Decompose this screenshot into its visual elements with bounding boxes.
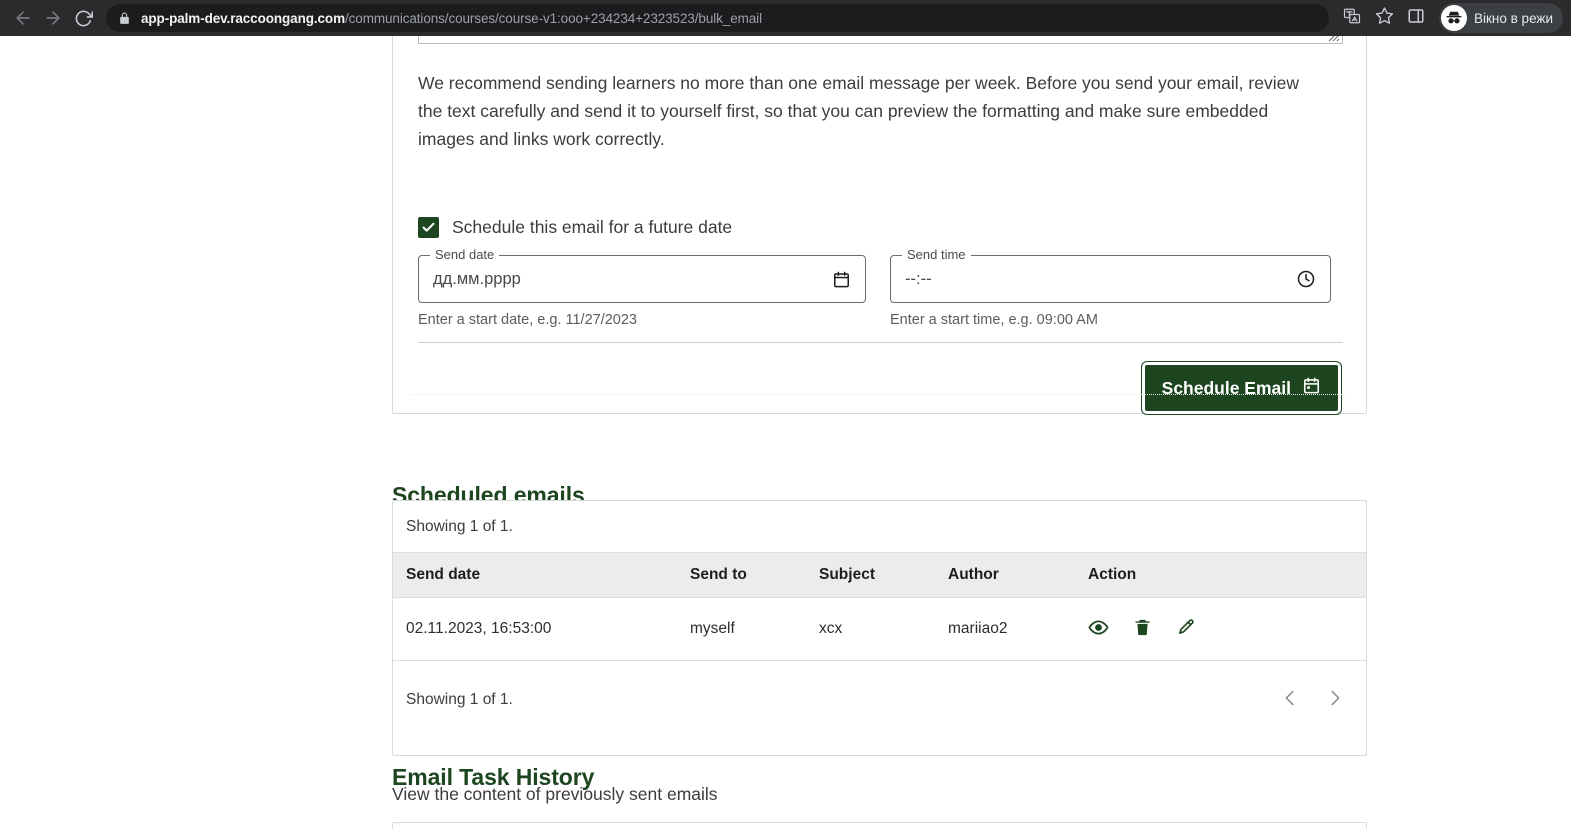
form-dotted-footer xyxy=(411,394,1348,395)
cell-send-date: 02.11.2023, 16:53:00 xyxy=(393,597,690,661)
send-date-help: Enter a start date, e.g. 11/27/2023 xyxy=(418,312,637,328)
bookmark-button[interactable] xyxy=(1369,3,1399,33)
send-date-value: дд.мм.рррр xyxy=(433,269,521,288)
showing-count-bottom: Showing 1 of 1. xyxy=(406,690,513,708)
translate-button[interactable] xyxy=(1337,3,1367,33)
page-content: We recommend sending learners no more th… xyxy=(0,36,1571,829)
email-task-history-subtitle: View the content of previously sent emai… xyxy=(392,784,718,804)
calendar-icon[interactable] xyxy=(832,270,851,289)
column-header-author[interactable]: Author xyxy=(948,552,1088,598)
email-task-history-card xyxy=(392,822,1367,829)
reload-icon xyxy=(74,9,93,28)
column-header-action: Action xyxy=(1088,552,1366,598)
table-body: 02.11.2023, 16:53:00 myself xcx mariiao2 xyxy=(393,597,1366,661)
chevron-right-icon xyxy=(1324,687,1346,712)
incognito-avatar-icon xyxy=(1441,5,1468,31)
schedule-checkbox-row[interactable]: Schedule this email for a future date xyxy=(418,217,732,238)
delete-email-button[interactable] xyxy=(1133,618,1152,640)
check-icon xyxy=(422,222,435,232)
showing-count-top: Showing 1 of 1. xyxy=(406,518,513,535)
clock-icon[interactable] xyxy=(1296,269,1316,289)
edit-email-button[interactable] xyxy=(1176,618,1196,641)
scheduled-emails-card: Showing 1 of 1. Send date Send to Subjec… xyxy=(392,500,1367,756)
edit-icon xyxy=(1176,618,1196,641)
send-date-legend: Send date xyxy=(430,247,500,263)
back-arrow-icon xyxy=(13,8,33,28)
reload-button[interactable] xyxy=(68,3,98,33)
resize-handle-icon[interactable] xyxy=(1327,36,1340,42)
address-bar[interactable]: app-palm-dev.raccoongang.com/communicati… xyxy=(106,4,1330,32)
send-date-input[interactable]: Send date дд.мм.рррр xyxy=(418,247,866,303)
pagination-next-button[interactable] xyxy=(1324,687,1346,712)
cell-author: mariiao2 xyxy=(948,597,1088,661)
side-panel-button[interactable] xyxy=(1401,3,1431,33)
table-header-row: Send date Send to Subject Author Action xyxy=(393,552,1366,598)
pagination-previous-button[interactable] xyxy=(1279,687,1301,712)
scheduled-emails-table: Send date Send to Subject Author Action … xyxy=(393,552,1366,661)
incognito-profile-label: Вікно в режи xyxy=(1474,10,1553,26)
url-path: /communications/courses/course-v1:ooo+23… xyxy=(345,10,762,26)
send-time-input[interactable]: Send time --:-- xyxy=(890,247,1331,303)
schedule-button-wrap: Schedule Email xyxy=(1140,361,1343,415)
table-pagination-row: Showing 1 of 1. xyxy=(393,661,1366,712)
column-header-subject[interactable]: Subject xyxy=(819,552,948,598)
send-date-group: Send date дд.мм.рррр Enter a start date,… xyxy=(418,247,866,328)
chevron-left-icon xyxy=(1279,687,1301,712)
table-row: 02.11.2023, 16:53:00 myself xcx mariiao2 xyxy=(393,597,1366,661)
column-header-send-to[interactable]: Send to xyxy=(690,552,819,598)
pagination-controls xyxy=(1279,687,1346,712)
row-action-icons xyxy=(1088,617,1366,641)
schedule-fields-row: Send date дд.мм.рррр Enter a start date,… xyxy=(418,247,1343,328)
star-icon xyxy=(1375,6,1394,30)
forward-button[interactable] xyxy=(38,3,68,33)
url-domain: app-palm-dev.raccoongang.com xyxy=(141,10,345,26)
view-email-button[interactable] xyxy=(1088,617,1109,641)
forward-arrow-icon xyxy=(43,8,63,28)
schedule-email-button[interactable]: Schedule Email xyxy=(1140,361,1343,415)
schedule-checkbox[interactable] xyxy=(418,217,439,238)
cell-subject: xcx xyxy=(819,597,948,661)
send-time-help: Enter a start time, e.g. 09:00 AM xyxy=(890,312,1098,328)
translate-icon xyxy=(1343,7,1361,30)
back-button[interactable] xyxy=(8,3,38,33)
browser-toolbar: app-palm-dev.raccoongang.com/communicati… xyxy=(0,0,1571,36)
table-head: Send date Send to Subject Author Action xyxy=(393,552,1366,598)
bulk-email-form-card: We recommend sending learners no more th… xyxy=(392,36,1367,415)
schedule-checkbox-label: Schedule this email for a future date xyxy=(452,217,733,237)
column-header-send-date[interactable]: Send date xyxy=(393,552,690,598)
send-time-group: Send time --:-- Enter a start time, e.g.… xyxy=(890,247,1331,328)
side-panel-icon xyxy=(1407,7,1425,30)
send-time-value: --:-- xyxy=(905,269,932,288)
cell-send-to: myself xyxy=(690,597,819,661)
view-icon xyxy=(1088,617,1109,641)
form-divider xyxy=(418,342,1343,343)
recommendation-text: We recommend sending learners no more th… xyxy=(418,73,1299,149)
url-text: app-palm-dev.raccoongang.com/communicati… xyxy=(141,11,762,26)
incognito-profile-chip[interactable]: Вікно в режи xyxy=(1439,3,1563,33)
cell-actions xyxy=(1088,597,1366,661)
delete-icon xyxy=(1133,618,1152,640)
email-body-editor[interactable] xyxy=(418,36,1343,44)
lock-icon xyxy=(118,12,131,25)
schedule-email-button-label: Schedule Email xyxy=(1161,377,1291,398)
send-time-legend: Send time xyxy=(902,247,971,263)
calendar-icon xyxy=(1302,376,1321,400)
